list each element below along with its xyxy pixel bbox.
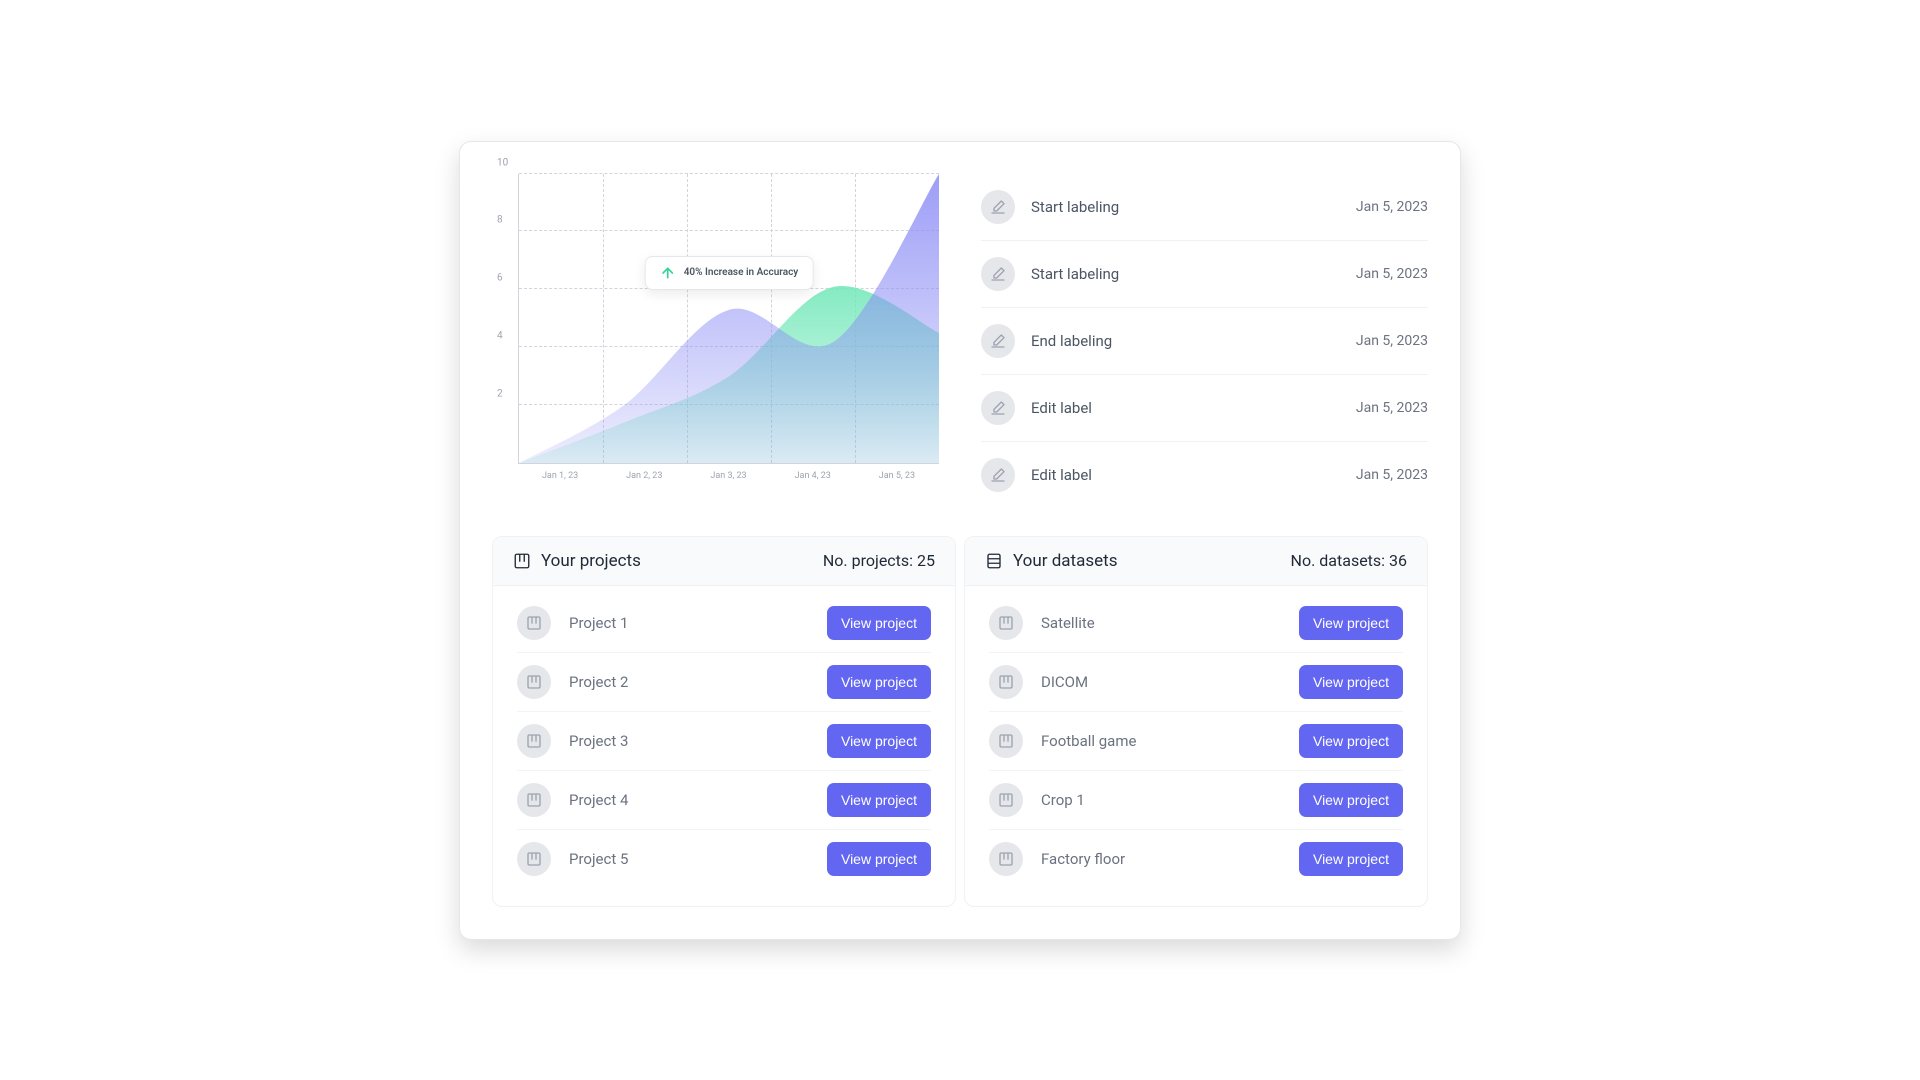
chart-x-tick: Jan 2, 23 bbox=[602, 471, 686, 481]
view-project-button[interactable]: View project bbox=[1299, 783, 1403, 817]
chart-plot-area: 246810 bbox=[518, 174, 939, 464]
project-icon bbox=[989, 606, 1023, 640]
project-icon bbox=[989, 842, 1023, 876]
activity-title: Edit label bbox=[1031, 399, 1340, 417]
activity-date: Jan 5, 2023 bbox=[1356, 199, 1428, 215]
chart-y-tick: 10 bbox=[497, 157, 508, 168]
project-row: Project 1 View project bbox=[517, 594, 931, 653]
edit-icon bbox=[981, 257, 1015, 291]
activity-date: Jan 5, 2023 bbox=[1356, 266, 1428, 282]
edit-icon bbox=[981, 391, 1015, 425]
view-project-button[interactable]: View project bbox=[827, 724, 931, 758]
project-icon bbox=[989, 724, 1023, 758]
chart-x-tick: Jan 3, 23 bbox=[686, 471, 770, 481]
project-icon bbox=[517, 665, 551, 699]
dataset-row: DICOM View project bbox=[989, 653, 1403, 712]
project-icon bbox=[989, 665, 1023, 699]
chart-y-tick: 2 bbox=[497, 388, 503, 399]
project-icon bbox=[517, 606, 551, 640]
edit-icon bbox=[981, 458, 1015, 492]
activity-row[interactable]: Edit label Jan 5, 2023 bbox=[981, 375, 1428, 442]
chart-x-axis: Jan 1, 23Jan 2, 23Jan 3, 23Jan 4, 23Jan … bbox=[518, 471, 939, 481]
item-name: Project 3 bbox=[569, 732, 809, 750]
activity-title: End labeling bbox=[1031, 332, 1340, 350]
projects-list: Project 1 View project Project 2 View proje… bbox=[493, 586, 955, 906]
projects-icon bbox=[513, 552, 531, 570]
datasets-icon bbox=[985, 552, 1003, 570]
view-project-button[interactable]: View project bbox=[1299, 842, 1403, 876]
activity-date: Jan 5, 2023 bbox=[1356, 333, 1428, 349]
edit-icon bbox=[981, 190, 1015, 224]
activity-date: Jan 5, 2023 bbox=[1356, 467, 1428, 483]
datasets-panel-header: Your datasets No. datasets: 36 bbox=[965, 537, 1427, 586]
dataset-row: Football game View project bbox=[989, 712, 1403, 771]
chart-x-tick: Jan 1, 23 bbox=[518, 471, 602, 481]
activity-title: Edit label bbox=[1031, 466, 1340, 484]
project-row: Project 5 View project bbox=[517, 830, 931, 888]
dataset-row: Crop 1 View project bbox=[989, 771, 1403, 830]
chart-y-tick: 8 bbox=[497, 215, 503, 226]
chart-x-tick: Jan 5, 23 bbox=[855, 471, 939, 481]
accuracy-chart: 246810 bbox=[492, 174, 939, 508]
item-name: Project 5 bbox=[569, 850, 809, 868]
item-name: Project 1 bbox=[569, 614, 809, 632]
project-icon bbox=[517, 783, 551, 817]
item-name: Project 2 bbox=[569, 673, 809, 691]
activity-row[interactable]: Edit label Jan 5, 2023 bbox=[981, 442, 1428, 508]
view-project-button[interactable]: View project bbox=[827, 665, 931, 699]
datasets-list: SatelliteView projectDICOMView projectFo… bbox=[965, 586, 1427, 906]
item-name: Factory floor bbox=[1041, 850, 1281, 868]
project-row: Project 3 View project bbox=[517, 712, 931, 771]
activity-row[interactable]: End labeling Jan 5, 2023 bbox=[981, 308, 1428, 375]
activity-title: Start labeling bbox=[1031, 265, 1340, 283]
arrow-up-icon bbox=[660, 265, 676, 281]
item-name: Football game bbox=[1041, 732, 1281, 750]
datasets-panel: Your datasets No. datasets: 36 Satellite… bbox=[964, 536, 1428, 907]
projects-panel-header: Your projects No. projects: 25 bbox=[493, 537, 955, 586]
item-name: Project 4 bbox=[569, 791, 809, 809]
activity-list: Start labeling Jan 5, 2023 Start labeling J… bbox=[981, 174, 1428, 508]
activity-row[interactable]: Start labeling Jan 5, 2023 bbox=[981, 241, 1428, 308]
datasets-title: Your datasets bbox=[1013, 551, 1281, 571]
view-project-button[interactable]: View project bbox=[827, 842, 931, 876]
view-project-button[interactable]: View project bbox=[827, 606, 931, 640]
project-row: Project 2 View project bbox=[517, 653, 931, 712]
panels-row: Your projects No. projects: 25 Project 1… bbox=[492, 536, 1428, 907]
activity-title: Start labeling bbox=[1031, 198, 1340, 216]
chart-tooltip-text: 40% Increase in Accuracy bbox=[684, 267, 799, 278]
view-project-button[interactable]: View project bbox=[1299, 724, 1403, 758]
view-project-button[interactable]: View project bbox=[827, 783, 931, 817]
project-icon bbox=[517, 724, 551, 758]
item-name: Satellite bbox=[1041, 614, 1281, 632]
activity-row[interactable]: Start labeling Jan 5, 2023 bbox=[981, 174, 1428, 241]
datasets-count: No. datasets: 36 bbox=[1291, 551, 1407, 570]
top-row: 246810 bbox=[492, 174, 1428, 508]
item-name: DICOM bbox=[1041, 673, 1281, 691]
edit-icon bbox=[981, 324, 1015, 358]
view-project-button[interactable]: View project bbox=[1299, 606, 1403, 640]
projects-panel: Your projects No. projects: 25 Project 1… bbox=[492, 536, 956, 907]
activity-date: Jan 5, 2023 bbox=[1356, 400, 1428, 416]
dataset-row: Satellite View project bbox=[989, 594, 1403, 653]
item-name: Crop 1 bbox=[1041, 791, 1281, 809]
project-icon bbox=[517, 842, 551, 876]
view-project-button[interactable]: View project bbox=[1299, 665, 1403, 699]
chart-y-tick: 4 bbox=[497, 330, 503, 341]
dataset-row: Factory floor View project bbox=[989, 830, 1403, 888]
chart-tooltip: 40% Increase in Accuracy bbox=[645, 256, 814, 290]
project-icon bbox=[989, 783, 1023, 817]
dashboard-card: 2 4 6 8 10 bbox=[459, 141, 1461, 940]
projects-title: Your projects bbox=[541, 551, 813, 571]
project-row: Project 4 View project bbox=[517, 771, 931, 830]
projects-count: No. projects: 25 bbox=[823, 551, 935, 570]
chart-y-tick: 6 bbox=[497, 273, 503, 284]
chart-x-tick: Jan 4, 23 bbox=[771, 471, 855, 481]
